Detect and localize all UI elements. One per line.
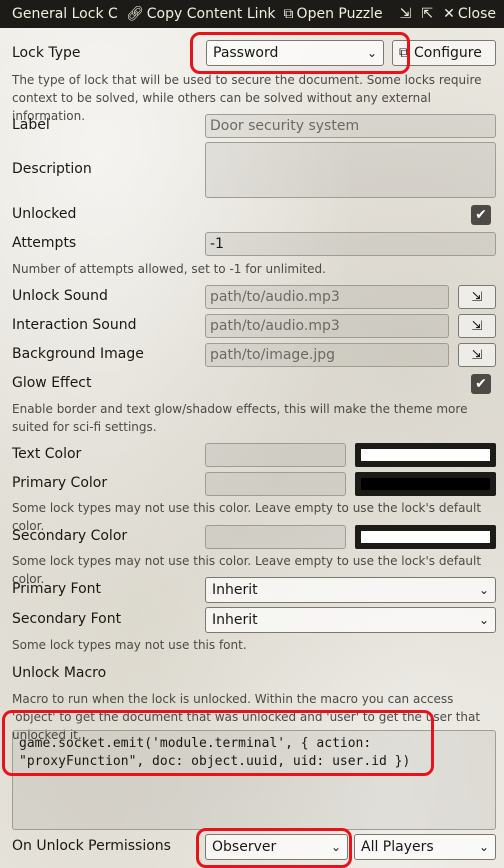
window-header[interactable]: General Lock C 🔗︎ Copy Content Link ⧉ Op… bbox=[0, 0, 504, 28]
label-input[interactable]: Door security system bbox=[205, 114, 496, 138]
interaction-sound-input[interactable]: path/to/audio.mp3 bbox=[205, 314, 449, 338]
permission-target-select[interactable]: All Players ⌄ bbox=[354, 834, 496, 860]
background-image-label: Background Image bbox=[12, 346, 144, 362]
open-puzzle-button[interactable]: ⧉ Open Puzzle bbox=[284, 6, 383, 22]
secondary-color-label: Secondary Color bbox=[12, 528, 128, 544]
label-field-label: Label bbox=[12, 117, 50, 133]
window-title: General Lock C bbox=[12, 6, 118, 22]
secondary-font-label: Secondary Font bbox=[12, 611, 122, 627]
link-icon: 🔗︎ bbox=[126, 6, 144, 22]
glow-effect-label: Glow Effect bbox=[12, 375, 92, 391]
close-icon: ✕ bbox=[443, 6, 455, 22]
file-picker-button[interactable]: ⇲ bbox=[458, 285, 496, 309]
primary-font-value: Inherit bbox=[212, 582, 258, 598]
background-image-input[interactable]: path/to/image.jpg bbox=[205, 343, 449, 367]
chevron-down-icon: ⌄ bbox=[478, 583, 489, 597]
text-color-picker[interactable] bbox=[355, 443, 496, 467]
export-icon[interactable]: ⇲ bbox=[400, 6, 412, 22]
configure-label: Configure bbox=[414, 45, 482, 61]
copy-content-link-label: Copy Content Link bbox=[146, 6, 276, 22]
unlocked-label: Unlocked bbox=[12, 206, 77, 222]
glow-effect-checkbox[interactable]: ✔ bbox=[471, 374, 491, 394]
glow-effect-hint: Enable border and text glow/shadow effec… bbox=[12, 402, 468, 434]
primary-font-label: Primary Font bbox=[12, 581, 102, 597]
chevron-down-icon: ⌄ bbox=[478, 613, 489, 627]
primary-color-input[interactable] bbox=[205, 472, 346, 496]
attempts-label: Attempts bbox=[12, 235, 77, 251]
primary-font-select[interactable]: Inherit ⌄ bbox=[205, 577, 496, 603]
text-color-input[interactable] bbox=[205, 443, 346, 467]
chevron-down-icon: ⌄ bbox=[330, 840, 341, 854]
description-label: Description bbox=[12, 161, 92, 177]
attempts-hint: Number of attempts allowed, set to -1 fo… bbox=[12, 262, 326, 276]
file-import-icon: ⇲ bbox=[471, 318, 483, 334]
lock-type-label: Lock Type bbox=[12, 45, 81, 61]
secondary-color-picker[interactable] bbox=[355, 525, 496, 549]
text-color-swatch bbox=[361, 449, 490, 461]
secondary-color-swatch bbox=[361, 531, 490, 543]
copy-content-link-button[interactable]: 🔗︎ Copy Content Link bbox=[126, 6, 276, 22]
configure-button[interactable]: ⧉ Configure bbox=[392, 40, 496, 66]
interaction-sound-label: Interaction Sound bbox=[12, 317, 137, 333]
text-color-label: Text Color bbox=[12, 446, 82, 462]
unlock-permissions-label: On Unlock Permissions bbox=[12, 838, 171, 854]
configure-icon: ⧉ bbox=[399, 45, 409, 61]
close-button[interactable]: ✕ Close bbox=[443, 6, 496, 22]
chevron-down-icon: ⌄ bbox=[366, 46, 377, 60]
secondary-font-value: Inherit bbox=[212, 612, 258, 628]
file-picker-button[interactable]: ⇲ bbox=[458, 343, 496, 367]
secondary-color-input[interactable] bbox=[205, 525, 346, 549]
description-textarea[interactable] bbox=[205, 142, 496, 198]
file-import-icon: ⇲ bbox=[471, 347, 483, 363]
unlock-sound-input[interactable]: path/to/audio.mp3 bbox=[205, 285, 449, 309]
lock-type-value: Password bbox=[213, 45, 279, 61]
attempts-input[interactable]: -1 bbox=[205, 232, 496, 256]
chevron-down-icon: ⌄ bbox=[478, 840, 489, 854]
open-puzzle-label: Open Puzzle bbox=[296, 6, 383, 22]
primary-color-picker[interactable] bbox=[355, 472, 496, 496]
primary-color-label: Primary Color bbox=[12, 475, 108, 491]
unlock-macro-code[interactable]: game.socket.emit('module.terminal', { ac… bbox=[12, 730, 496, 830]
close-label: Close bbox=[457, 6, 496, 22]
secondary-font-hint: Some lock types may not use this font. bbox=[12, 638, 247, 652]
import-icon[interactable]: ⇱ bbox=[421, 6, 433, 22]
permission-level-select[interactable]: Observer ⌄ bbox=[205, 834, 348, 860]
primary-color-swatch bbox=[361, 478, 490, 490]
file-picker-button[interactable]: ⇲ bbox=[458, 314, 496, 338]
secondary-font-select[interactable]: Inherit ⌄ bbox=[205, 607, 496, 633]
puzzle-icon: ⧉ bbox=[283, 6, 294, 22]
permission-target-value: All Players bbox=[361, 839, 434, 855]
unlocked-checkbox[interactable]: ✔ bbox=[471, 205, 491, 225]
permission-level-value: Observer bbox=[212, 839, 277, 855]
lock-type-select[interactable]: Password ⌄ bbox=[206, 40, 384, 66]
unlock-macro-label: Unlock Macro bbox=[12, 665, 107, 681]
file-import-icon: ⇲ bbox=[471, 289, 483, 305]
unlock-sound-label: Unlock Sound bbox=[12, 288, 108, 304]
